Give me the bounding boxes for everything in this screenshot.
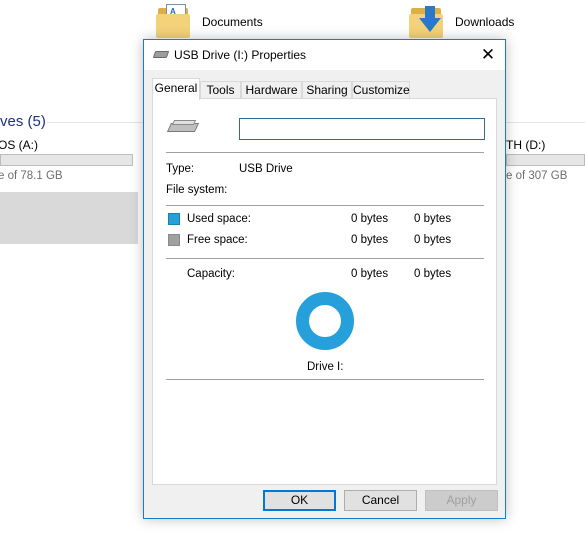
properties-dialog: USB Drive (I:) Properties ✕ General Tool… (143, 39, 506, 519)
free-space-swatch (168, 234, 180, 246)
separator-3 (166, 258, 484, 259)
capacity-size: 0 bytes (414, 268, 452, 280)
documents-folder-icon: A (156, 4, 194, 40)
drive-name-input[interactable] (239, 118, 485, 140)
downloads-folder-icon (409, 4, 447, 40)
apply-button: Apply (425, 490, 498, 511)
drive-a-name[interactable]: OS (A:) (0, 138, 38, 152)
drive-d-name[interactable]: TH (D:) (506, 138, 545, 152)
tab-customize[interactable]: Customize (352, 81, 410, 98)
devices-section-heading[interactable]: ves (5) (0, 113, 46, 130)
separator-4 (166, 379, 484, 380)
usb-drive-large-icon (166, 120, 200, 133)
tab-general[interactable]: General (152, 78, 200, 100)
used-space-label: Used space: (187, 213, 251, 225)
capacity-label: Capacity: (187, 268, 235, 280)
close-button[interactable]: ✕ (471, 40, 505, 70)
capacity-bytes: 0 bytes (351, 268, 389, 280)
used-space-swatch (168, 213, 180, 225)
type-value: USB Drive (239, 163, 293, 175)
used-space-bytes: 0 bytes (351, 213, 389, 225)
tab-tools[interactable]: Tools (200, 81, 241, 98)
documents-label: Documents (202, 15, 263, 29)
file-system-label: File system: (166, 184, 228, 196)
downloads-label: Downloads (455, 15, 515, 29)
separator-2 (166, 205, 484, 206)
dialog-title: USB Drive (I:) Properties (174, 48, 307, 62)
tab-sharing[interactable]: Sharing (302, 81, 352, 98)
cancel-button[interactable]: Cancel (344, 490, 417, 511)
drive-tile-selection[interactable] (0, 192, 138, 244)
drive-a-free-text: e of 78.1 GB (0, 170, 63, 182)
space-donut-chart (296, 292, 354, 350)
drive-a-usage-bar (0, 154, 133, 166)
drive-d-usage-bar (506, 154, 585, 166)
free-space-size: 0 bytes (414, 234, 452, 246)
free-space-label: Free space: (187, 234, 248, 246)
drive-letter-label: Drive I: (307, 361, 344, 373)
documents-folder[interactable]: A Documents (156, 4, 263, 40)
ok-button[interactable]: OK (263, 490, 336, 511)
downloads-folder[interactable]: Downloads (409, 4, 514, 40)
used-space-size: 0 bytes (414, 213, 452, 225)
free-space-bytes: 0 bytes (351, 234, 389, 246)
dialog-titlebar[interactable]: USB Drive (I:) Properties ✕ (144, 40, 505, 70)
type-label: Type: (166, 163, 195, 175)
tab-hardware[interactable]: Hardware (241, 81, 302, 98)
general-tab-panel: Type: USB Drive File system: Used space:… (152, 98, 497, 485)
drive-d-free-text: e of 307 GB (506, 170, 568, 182)
usb-drive-icon (152, 51, 170, 58)
separator-1 (166, 152, 484, 153)
